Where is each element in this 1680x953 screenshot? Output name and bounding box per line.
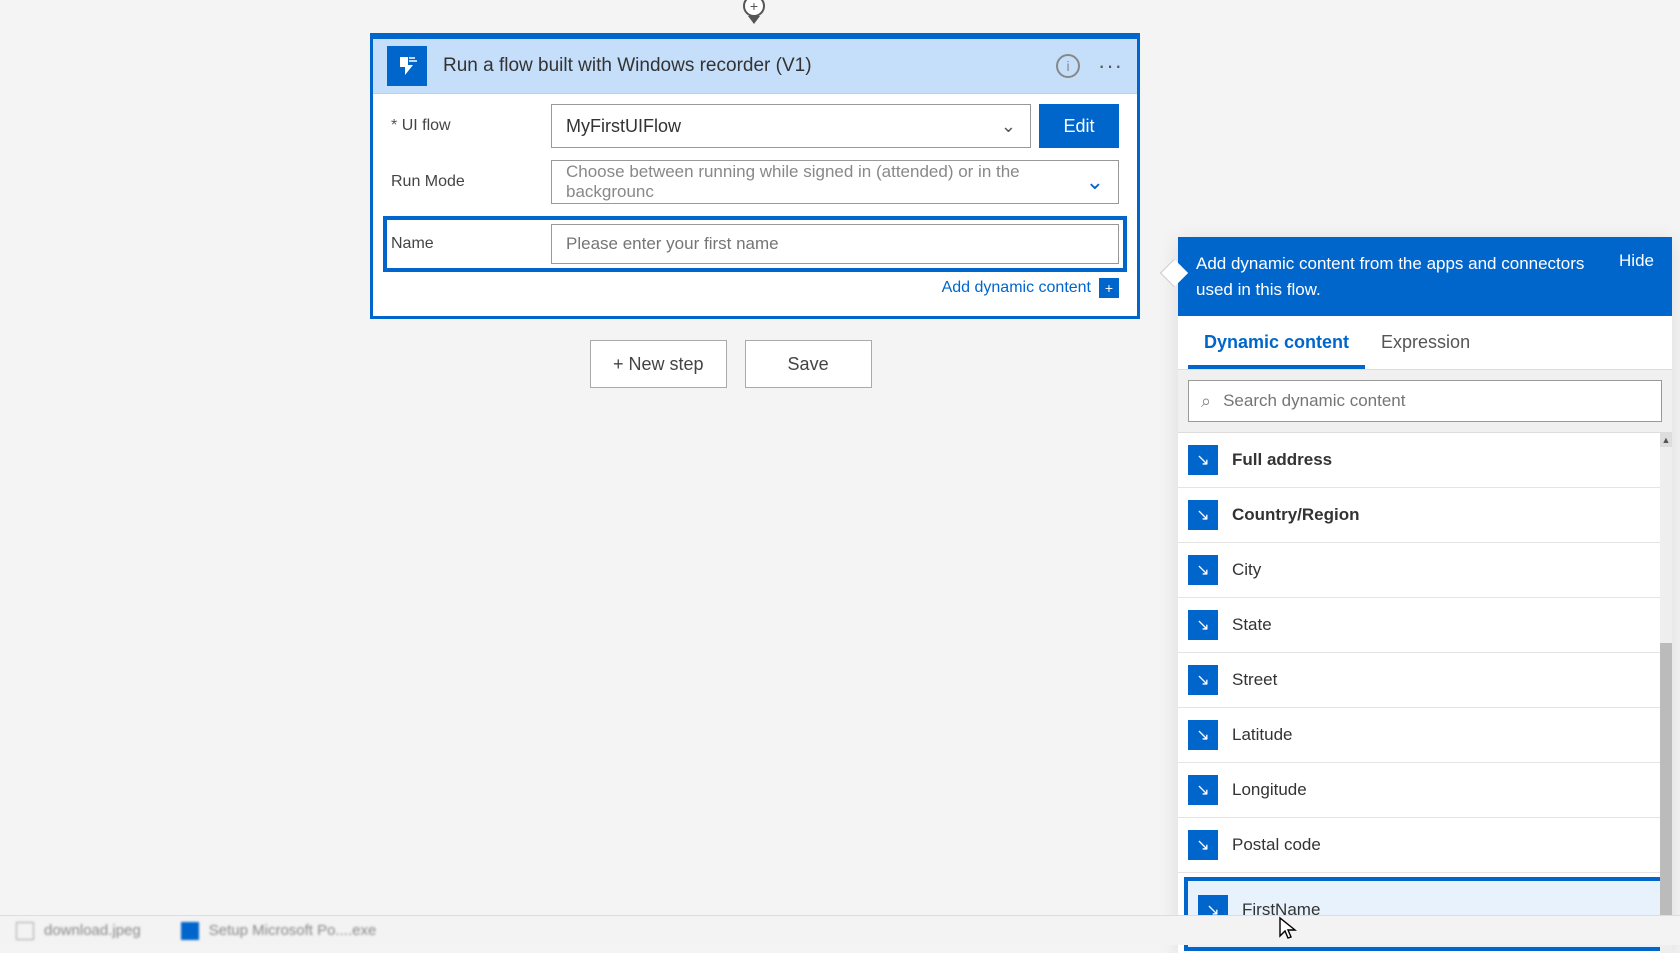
connector-icon: ↘	[1188, 555, 1218, 585]
uiflow-row: * UI flow MyFirstUIFlow ⌄ Edit	[391, 104, 1119, 148]
connector-icon: ↘	[1188, 720, 1218, 750]
panel-tabs: Dynamic content Expression	[1178, 316, 1672, 370]
scrollbar[interactable]: ▲	[1660, 433, 1672, 953]
list-item-label: Postal code	[1232, 835, 1321, 855]
chevron-down-icon: ⌄	[1001, 116, 1016, 137]
list-item-label: Latitude	[1232, 725, 1293, 745]
uiflow-label: * UI flow	[391, 117, 551, 135]
uiflow-value: MyFirstUIFlow	[566, 116, 681, 137]
list-item[interactable]: ↘ Postal code	[1178, 818, 1672, 873]
list-item[interactable]: ↘ Country/Region	[1178, 488, 1672, 543]
name-row-highlight: Name	[383, 216, 1127, 272]
app-icon	[181, 922, 199, 940]
runmode-select[interactable]: Choose between running while signed in (…	[551, 160, 1119, 204]
card-header[interactable]: Run a flow built with Windows recorder (…	[373, 36, 1137, 94]
list-item[interactable]: ↘ Longitude	[1178, 763, 1672, 818]
list-item[interactable]: ↘ Latitude	[1178, 708, 1672, 763]
list-item-label: State	[1232, 615, 1272, 635]
list-item[interactable]: ↘ Full address	[1178, 433, 1672, 488]
name-label: Name	[391, 235, 551, 253]
search-input[interactable]	[1223, 391, 1649, 411]
more-icon[interactable]: ···	[1098, 53, 1123, 79]
search-icon: ⌕	[1201, 391, 1211, 412]
plus-icon: +	[1099, 278, 1119, 298]
save-button[interactable]: Save	[745, 340, 872, 388]
list-item-label: Street	[1232, 670, 1277, 690]
panel-header-text: Add dynamic content from the apps and co…	[1196, 251, 1599, 302]
runmode-row: Run Mode Choose between running while si…	[391, 160, 1119, 204]
list-item-label: Country/Region	[1232, 505, 1360, 525]
tab-dynamic-content[interactable]: Dynamic content	[1188, 316, 1365, 369]
taskbar: download.jpeg Setup Microsoft Po....exe	[0, 915, 1680, 945]
panel-header: Add dynamic content from the apps and co…	[1178, 237, 1672, 316]
card-title: Run a flow built with Windows recorder (…	[443, 55, 1056, 77]
connector-icon: ↘	[1188, 610, 1218, 640]
uiflow-select[interactable]: MyFirstUIFlow ⌄	[551, 104, 1031, 148]
edit-button[interactable]: Edit	[1039, 104, 1119, 148]
taskbar-item[interactable]: Setup Microsoft Po....exe	[181, 922, 377, 940]
taskbar-item[interactable]: download.jpeg	[16, 922, 141, 940]
connector-icon: ↘	[1188, 830, 1218, 860]
connector-icon: ↘	[1188, 500, 1218, 530]
file-icon	[16, 922, 34, 940]
chevron-down-icon: ⌄	[1086, 169, 1104, 195]
name-input[interactable]	[551, 224, 1119, 264]
runmode-label: Run Mode	[391, 173, 551, 191]
add-step-node[interactable]: +	[743, 0, 765, 17]
connector-icon: ↘	[1188, 445, 1218, 475]
tab-expression[interactable]: Expression	[1365, 316, 1486, 369]
list-item[interactable]: ↘ State	[1178, 598, 1672, 653]
list-item-label: Longitude	[1232, 780, 1307, 800]
list-item[interactable]: ↘ Street	[1178, 653, 1672, 708]
list-item-label: Full address	[1232, 450, 1332, 470]
scrollbar-thumb[interactable]	[1660, 643, 1672, 923]
new-step-button[interactable]: + New step	[590, 340, 727, 388]
dynamic-content-panel: Add dynamic content from the apps and co…	[1178, 237, 1672, 953]
info-icon[interactable]: i	[1056, 54, 1080, 78]
taskbar-item-label: download.jpeg	[44, 922, 141, 939]
connector-icon: ↘	[1188, 665, 1218, 695]
search-box[interactable]: ⌕	[1188, 380, 1662, 422]
list-item[interactable]: ↘ City	[1178, 543, 1672, 598]
list-item-label: City	[1232, 560, 1261, 580]
add-dynamic-content-link[interactable]: Add dynamic content +	[391, 278, 1119, 298]
ui-flow-icon	[387, 46, 427, 86]
connector-icon: ↘	[1188, 775, 1218, 805]
hide-link[interactable]: Hide	[1619, 251, 1654, 271]
scroll-up-icon[interactable]: ▲	[1660, 433, 1672, 447]
flow-action-card: Run a flow built with Windows recorder (…	[370, 33, 1140, 319]
dynamic-content-list: ↘ Full address ↘ Country/Region ↘ City ↘…	[1178, 433, 1672, 953]
taskbar-item-label: Setup Microsoft Po....exe	[209, 922, 377, 939]
runmode-placeholder: Choose between running while signed in (…	[566, 162, 1086, 202]
